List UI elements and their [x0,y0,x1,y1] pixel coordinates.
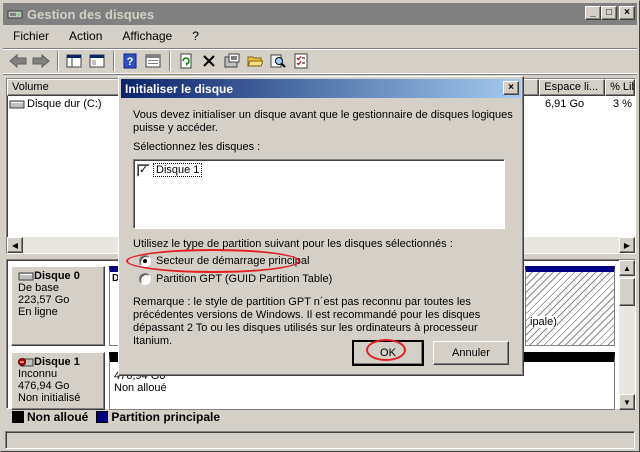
ok-button[interactable]: OK [352,340,424,366]
volume-pct-free: 3 % [613,98,632,110]
legend-unallocated: Non alloué [27,410,89,424]
disk-icon [18,272,34,281]
view-button[interactable] [142,50,164,72]
dialog-intro: Vous devez initialiser un disque avant q… [133,109,513,134]
checklist-icon [294,53,308,69]
disk-0-status: En ligne [18,306,58,318]
disk-1-name: Disque 1 [34,356,80,368]
search-magnifier-icon [270,54,286,68]
scroll-up-icon[interactable]: ▲ [619,260,635,276]
refresh-button[interactable] [175,50,197,72]
minimize-button[interactable]: _ [585,6,601,20]
mbr-option[interactable]: Secteur de démarrage principal [139,255,309,267]
volume-row[interactable]: Disque dur (C:) [9,98,102,110]
scroll-down-icon[interactable]: ▼ [619,394,635,410]
dialog-close-button[interactable]: × [503,81,519,95]
disk-error-icon [18,358,34,367]
refresh-icon [180,53,192,69]
view-window-icon [145,54,161,68]
back-arrow-icon [9,54,27,68]
gpt-radio[interactable] [139,273,151,285]
help-book-icon: ? [123,53,137,69]
toolbar-separator [169,51,171,71]
gpt-option[interactable]: Partition GPT (GUID Partition Table) [139,273,332,285]
status-bar [5,431,635,449]
dialog-title: Initialiser le disque [125,81,234,96]
toolbar: ? [3,48,637,74]
volume-name: Disque dur (C:) [27,98,102,110]
disk-0-size: 223,57 Go [18,294,70,306]
disk-0-type: De base [18,282,59,294]
menu-action[interactable]: Action [59,26,112,46]
main-titlebar[interactable]: Gestion des disques _ □ × [3,3,637,25]
toolbar-separator [57,51,59,71]
disk-listbox[interactable]: ✓ Disque 1 [133,159,505,229]
mbr-radio[interactable] [139,255,151,267]
disk-1-status: Non initialisé [18,392,81,404]
menu-bar: Fichier Action Affichage ? [3,26,209,46]
disk-properties-button[interactable] [221,50,243,72]
disk-1-label[interactable]: Disque 1 Inconnu 476,94 Go Non initialis… [11,352,105,410]
menu-fichier[interactable]: Fichier [3,26,59,46]
properties-button[interactable] [86,50,108,72]
legend: Non alloué Partition principale [6,409,636,425]
disk-0-partition-label: ipale) [530,316,557,328]
cancel-button[interactable]: Annuler [433,341,509,365]
hard-drive-icon [9,100,25,109]
disk-0-name: Disque 0 [34,270,80,282]
disk-0-partition-right[interactable]: ipale) [525,266,615,346]
column-header-pct-free[interactable]: % Lib [605,79,635,96]
menu-help[interactable]: ? [182,26,209,46]
console-tree-icon [66,54,82,68]
menu-affichage[interactable]: Affichage [112,26,182,46]
console-tree-button[interactable] [63,50,85,72]
checklist-button[interactable] [290,50,312,72]
disk-1-size: 476,94 Go [18,380,70,392]
vertical-scrollbar[interactable]: ▲ ▼ [619,260,635,410]
disk-list-item[interactable]: ✓ Disque 1 [137,163,203,177]
dialog-titlebar[interactable]: Initialiser le disque × [121,79,521,98]
window-title: Gestion des disques [27,6,155,22]
back-button[interactable] [7,50,29,72]
close-button[interactable]: × [619,6,635,20]
delete-x-icon [203,55,215,67]
open-folder-button[interactable] [244,50,266,72]
primary-partition-swatch [96,411,109,423]
scroll-left-icon[interactable]: ◀ [7,237,23,253]
initialize-disk-dialog: Initialiser le disque × Vous devez initi… [118,76,524,376]
forward-button[interactable] [30,50,52,72]
partition-type-label: Utilisez le type de partition suivant po… [133,238,453,250]
forward-arrow-icon [32,54,50,68]
maximize-button[interactable]: □ [601,6,617,20]
help-button[interactable]: ? [119,50,141,72]
disk-properties-icon [224,53,240,68]
open-folder-icon [247,56,263,67]
properties-icon [89,54,105,68]
svg-text:?: ? [127,56,134,68]
gpt-option-label: Partition GPT (GUID Partition Table) [156,273,333,285]
volume-free-space: 6,91 Go [545,98,585,110]
search-button[interactable] [267,50,289,72]
disk-1-type: Inconnu [18,368,58,380]
dialog-body: Vous devez initialiser un disque avant q… [123,103,519,371]
mbr-option-label: Secteur de démarrage principal [156,255,310,267]
column-header-free-space[interactable]: Espace li... [539,79,606,96]
select-disks-label: Sélectionnez les disques : [133,141,261,153]
scroll-thumb[interactable] [619,278,635,306]
disk-0-label[interactable]: Disque 0 De base 223,57 Go En ligne [11,266,105,346]
unallocated-swatch [12,411,24,423]
disk-management-icon [7,6,23,22]
disk-1-region-status: Non alloué [114,382,167,394]
scroll-right-icon[interactable]: ▶ [619,237,635,253]
legend-primary-partition: Partition principale [111,410,221,424]
disk-1-checkbox[interactable]: ✓ [137,163,150,177]
toolbar-separator [113,51,115,71]
disk-list-item-label: Disque 1 [153,163,203,177]
delete-button[interactable] [198,50,220,72]
